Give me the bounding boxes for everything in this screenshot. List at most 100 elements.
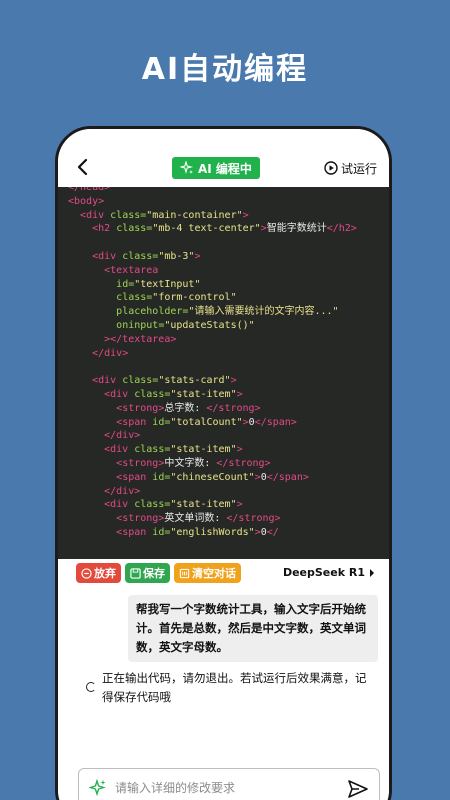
assistant-status: 正在输出代码，请勿退出。若试运行后效果满意，记得保存代码哦 xyxy=(86,669,376,707)
code-token: "请输入需要统计的文字内容..." xyxy=(188,306,339,318)
model-selector[interactable]: DeepSeek R1 xyxy=(283,566,375,579)
code-token: 智能字数统计 xyxy=(266,223,327,235)
code-token: class= xyxy=(134,499,171,511)
code-token: > xyxy=(194,250,201,262)
code-token: "totalCount" xyxy=(170,416,243,428)
sparkle-icon xyxy=(180,161,194,174)
prompt-input[interactable] xyxy=(115,781,335,795)
code-token: "stat-item" xyxy=(170,388,237,400)
code-line: <h2 class="mb-4 text-center">智能字数统计</h2> xyxy=(58,222,389,236)
minus-circle-icon xyxy=(81,567,92,579)
code-line: <body> xyxy=(58,195,389,209)
top-nav: AI 编程中 试运行 xyxy=(58,129,389,187)
code-line: <div class="mb-3"> xyxy=(58,250,389,264)
code-token: id= xyxy=(152,471,171,483)
code-line: <span id="englishWords">0</ xyxy=(58,526,389,540)
code-token: id= xyxy=(116,278,135,290)
code-token: "mb-3" xyxy=(158,250,195,262)
code-token: "englishWords" xyxy=(170,526,255,538)
code-line: </div> xyxy=(58,347,389,361)
code-token: 英文单词数: xyxy=(164,513,227,525)
code-token: > xyxy=(230,375,237,387)
phone-frame: AI 编程中 试运行 </head> <body> <div class="mai… xyxy=(55,126,392,800)
send-icon[interactable] xyxy=(347,779,369,799)
code-token: class= xyxy=(122,250,159,262)
save-button[interactable]: 保存 xyxy=(125,563,170,583)
code-token: oninput= xyxy=(116,319,165,331)
test-run-button[interactable]: 试运行 xyxy=(324,157,377,179)
code-token: </span> xyxy=(266,471,309,483)
model-label: DeepSeek R1 xyxy=(282,566,365,579)
code-editor[interactable]: </head> <body> <div class="main-container… xyxy=(58,187,389,559)
code-token: "mb-4 text-center" xyxy=(152,223,261,235)
code-token: </span> xyxy=(254,416,297,428)
code-line: class="form-control" xyxy=(58,291,389,305)
status-text: 正在输出代码，请勿退出。若试运行后效果满意，记得保存代码哦 xyxy=(102,671,367,704)
code-line: ></textarea> xyxy=(58,333,389,347)
code-token: <div xyxy=(104,388,135,400)
save-label: 保存 xyxy=(143,567,165,580)
broom-icon xyxy=(179,568,190,578)
code-token: class= xyxy=(134,444,171,456)
chat-panel: 放弃 保存 清空对话 DeepSeek R1 帮我写一个字数统计工具，输入文字后… xyxy=(58,559,389,800)
code-line: <div class="stat-item"> xyxy=(58,388,389,402)
code-token: > xyxy=(236,499,243,511)
code-token: <strong> xyxy=(116,457,165,469)
code-line: <div class="stat-item"> xyxy=(58,443,389,457)
user-message-bubble: 帮我写一个字数统计工具，输入文字后开始统计。首先是总数，然后是中文字数，英文单词… xyxy=(128,595,378,662)
code-token: </ xyxy=(266,526,279,538)
code-token: 中文字数: xyxy=(164,457,217,469)
code-token: <div xyxy=(80,209,111,221)
code-token: </strong> xyxy=(216,457,271,469)
code-line: <strong>英文单词数: </strong> xyxy=(58,512,389,526)
code-token: <div xyxy=(104,444,135,456)
back-button[interactable] xyxy=(72,155,92,179)
code-token: <span xyxy=(116,471,153,483)
promo-headline: AI自动编程 xyxy=(141,52,309,87)
ai-status-label: AI 编程中 xyxy=(198,161,252,176)
code-line: <strong>总字数: </strong> xyxy=(58,402,389,416)
code-token: > xyxy=(236,444,243,456)
code-line: <textarea xyxy=(58,264,389,278)
code-line: <div class="stat-item"> xyxy=(58,498,389,512)
code-line: oninput="updateStats()" xyxy=(58,319,389,333)
code-line: <strong>中文字数: </strong> xyxy=(58,457,389,471)
save-icon xyxy=(130,567,141,579)
code-token: <div xyxy=(92,250,123,262)
code-token: class= xyxy=(122,375,159,387)
code-token: <strong> xyxy=(116,402,165,414)
code-token: </strong> xyxy=(226,513,281,525)
code-token: id= xyxy=(152,416,171,428)
code-token: "form-control" xyxy=(152,292,237,304)
clear-chat-button[interactable]: 清空对话 xyxy=(174,563,241,583)
code-token: <span xyxy=(116,416,153,428)
code-token: class= xyxy=(116,292,153,304)
loading-spinner-icon xyxy=(86,682,96,692)
ai-status-badge: AI 编程中 xyxy=(172,157,260,179)
code-token: 总字数: xyxy=(164,402,207,414)
discard-button[interactable]: 放弃 xyxy=(76,563,121,583)
code-token: <body> xyxy=(68,195,105,207)
code-line: id="textInput" xyxy=(58,278,389,292)
code-line: <span id="totalCount">0</span> xyxy=(58,416,389,430)
code-token: > xyxy=(242,209,249,221)
code-token: "stat-item" xyxy=(170,444,237,456)
code-token: </div> xyxy=(104,485,141,497)
code-token: class= xyxy=(134,388,171,400)
